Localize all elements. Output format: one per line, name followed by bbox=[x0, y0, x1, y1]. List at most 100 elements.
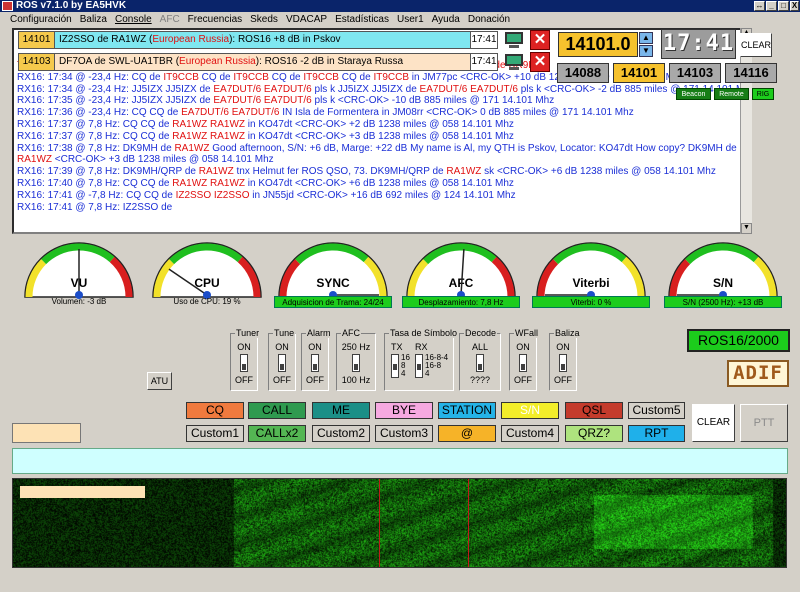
log-callsign: IT9CCB bbox=[373, 71, 409, 83]
decode-toggle[interactable] bbox=[476, 354, 484, 372]
freq-up-icon[interactable]: ▲ bbox=[639, 32, 653, 44]
baliza-toggle[interactable] bbox=[559, 354, 567, 372]
log-callsign: EA7DUT/6 EA7DUT/6 bbox=[419, 83, 518, 95]
beacon-button[interactable]: Beacon bbox=[676, 88, 711, 100]
tuner-off-label: OFF bbox=[235, 375, 253, 385]
frequency-spinner[interactable]: ▲ ▼ bbox=[639, 32, 653, 57]
tune-toggle[interactable] bbox=[278, 354, 286, 372]
waterfall-marker-left[interactable] bbox=[379, 479, 380, 567]
wfall-switch-group: WFall ON OFF bbox=[509, 328, 539, 391]
remote-button[interactable]: Remote bbox=[714, 88, 749, 100]
log-callsign: RA1WZ bbox=[446, 166, 482, 178]
tx-rate-slider[interactable] bbox=[391, 354, 399, 378]
clock-display: 17:41 bbox=[661, 29, 736, 59]
macro-custom4-button[interactable]: Custom4 bbox=[501, 425, 559, 442]
freq-button-14101[interactable]: 14101 bbox=[613, 63, 665, 83]
log-text: <CRC-OK> +3 dB 1238 miles @ 058 14.101 M… bbox=[52, 154, 274, 166]
afc-toggle[interactable] bbox=[352, 354, 360, 372]
gauge-dial: CPU bbox=[152, 242, 262, 299]
macro-custom3-button[interactable]: Custom3 bbox=[375, 425, 433, 442]
afc-top-label: 250 Hz bbox=[341, 342, 371, 352]
macro-cq-button[interactable]: CQ bbox=[186, 402, 244, 419]
macro--button[interactable]: @ bbox=[438, 425, 496, 442]
menu-console[interactable]: Console bbox=[115, 14, 152, 25]
minimize-button[interactable]: _ bbox=[766, 1, 777, 11]
rx-rate-slider[interactable] bbox=[415, 354, 423, 378]
macro-call-button[interactable]: CALL bbox=[248, 402, 306, 419]
rig-button[interactable]: RIG bbox=[752, 88, 774, 100]
computer-icon[interactable] bbox=[503, 31, 525, 49]
macro-custom2-button[interactable]: Custom2 bbox=[312, 425, 370, 442]
menu-baliza[interactable]: Baliza bbox=[80, 14, 107, 25]
log-text: in JN55jd <CRC-OK> +16 dB 692 miles @ 12… bbox=[249, 189, 516, 201]
qso-row-1[interactable]: 14101 IZ2SSO de RA1WZ (European Russia): … bbox=[18, 31, 498, 49]
menu-user1[interactable]: User1 bbox=[397, 14, 424, 25]
clear-button[interactable]: CLEAR bbox=[692, 404, 735, 442]
macro-qrz-button[interactable]: QRZ? bbox=[565, 425, 623, 442]
gauge-readout: Volumen: -3 dB bbox=[51, 297, 107, 306]
symbol-rate-group: Tasa de Símbolo TX RX 16 8 4 16-8-4 16-8… bbox=[384, 328, 459, 391]
title-bar: ROS v7.1.0 by EA5HVK ↔ _ □ X bbox=[0, 0, 800, 12]
macro-qsl-button[interactable]: QSL bbox=[565, 402, 623, 419]
log-text: CQ de bbox=[268, 71, 304, 83]
ptt-button[interactable]: PTT bbox=[740, 404, 788, 442]
macro-custom1-button[interactable]: Custom1 bbox=[186, 425, 244, 442]
menu-donacion[interactable]: Donación bbox=[468, 14, 510, 25]
gauge-sn: S/N S/N (2500 Hz): +13 dB bbox=[664, 237, 782, 308]
delete-qso-1-icon[interactable]: ✕ bbox=[530, 30, 550, 50]
log-callsign: EA7DUT/6 EA7DUT/6 bbox=[213, 83, 312, 95]
alarm-off-label: OFF bbox=[306, 375, 324, 385]
atu-button[interactable]: ATU bbox=[147, 372, 172, 390]
log-line: RX16: 17:41 @ 7,8 Hz: IZ2SSO de bbox=[17, 202, 747, 214]
macro-custom5-button[interactable]: Custom5 bbox=[628, 402, 685, 419]
wfall-toggle[interactable] bbox=[519, 354, 527, 372]
waterfall-display[interactable] bbox=[12, 478, 787, 568]
menu-frecuencias[interactable]: Frecuencias bbox=[188, 14, 242, 25]
menu-estadisticas[interactable]: Estadísticas bbox=[335, 14, 389, 25]
delete-qso-2-icon[interactable]: ✕ bbox=[530, 52, 550, 72]
log-line: RX16: 17:37 @ 7,8 Hz: CQ CQ de RA1WZ RA1… bbox=[17, 131, 747, 143]
freq-down-icon[interactable]: ▼ bbox=[639, 45, 653, 57]
symbol-rate-title: Tasa de Símbolo bbox=[389, 328, 459, 338]
log-text: RX16: 17:37 @ 7,8 Hz: CQ CQ de bbox=[17, 118, 173, 130]
macro-me-button[interactable]: ME bbox=[312, 402, 370, 419]
macro-station-button[interactable]: STATION bbox=[438, 402, 496, 419]
qso-row-2-time: 17:41 bbox=[470, 53, 498, 71]
qso-row-2[interactable]: 14103 DF7OA de SWL-UA1TBR (European Russi… bbox=[18, 53, 498, 71]
tx-text-input[interactable] bbox=[12, 448, 788, 474]
close-button[interactable]: X bbox=[790, 1, 799, 11]
macro-bye-button[interactable]: BYE bbox=[375, 402, 433, 419]
afc-bottom-label: 100 Hz bbox=[341, 375, 371, 385]
tuner-title: Tuner bbox=[235, 328, 261, 338]
menu-vdacap[interactable]: VDACAP bbox=[286, 14, 327, 25]
menu-afc[interactable]: AFC bbox=[160, 14, 180, 25]
menu-ayuda[interactable]: Ayuda bbox=[432, 14, 460, 25]
log-scrollbar[interactable]: ▲ ▼ bbox=[740, 28, 752, 234]
wfall-on-label: ON bbox=[516, 342, 530, 352]
macro-sn-button[interactable]: S/N bbox=[501, 402, 559, 419]
freq-button-14116[interactable]: 14116 bbox=[725, 63, 777, 83]
freq-button-14103[interactable]: 14103 bbox=[669, 63, 721, 83]
menu-configuracion[interactable]: Configuración bbox=[10, 14, 72, 25]
maximize-button[interactable]: □ bbox=[778, 1, 789, 11]
scroll-down-icon[interactable]: ▼ bbox=[741, 223, 752, 234]
computer-icon[interactable] bbox=[503, 53, 525, 71]
waterfall-marker-right[interactable] bbox=[468, 479, 469, 567]
freq-button-14088[interactable]: 14088 bbox=[557, 63, 609, 83]
macro-callx2-button[interactable]: CALLx2 bbox=[248, 425, 306, 442]
log-line: RX16: 17:41 @ -7,8 Hz: CQ CQ de IZ2SSO I… bbox=[17, 190, 747, 202]
callsign-input[interactable] bbox=[12, 423, 81, 443]
macro-rpt-button[interactable]: RPT bbox=[628, 425, 685, 442]
log-callsign: IT9CCB bbox=[233, 71, 269, 83]
alarm-title: Alarm bbox=[306, 328, 332, 338]
clear-top-button[interactable]: CLEAR bbox=[740, 33, 772, 57]
gauge-readout: Desplazamiento: 7,8 Hz bbox=[402, 296, 520, 308]
adif-button[interactable]: ADIF bbox=[727, 360, 789, 387]
menu-skeds[interactable]: Skeds bbox=[250, 14, 278, 25]
qso-row-2-country: European Russia bbox=[179, 56, 256, 67]
restore-button[interactable]: ↔ bbox=[754, 1, 765, 11]
baliza-on-label: ON bbox=[556, 342, 570, 352]
tuner-toggle[interactable] bbox=[240, 354, 248, 372]
log-text: RX16: 17:41 @ 7,8 Hz: IZ2SSO de bbox=[17, 201, 173, 213]
alarm-toggle[interactable] bbox=[311, 354, 319, 372]
